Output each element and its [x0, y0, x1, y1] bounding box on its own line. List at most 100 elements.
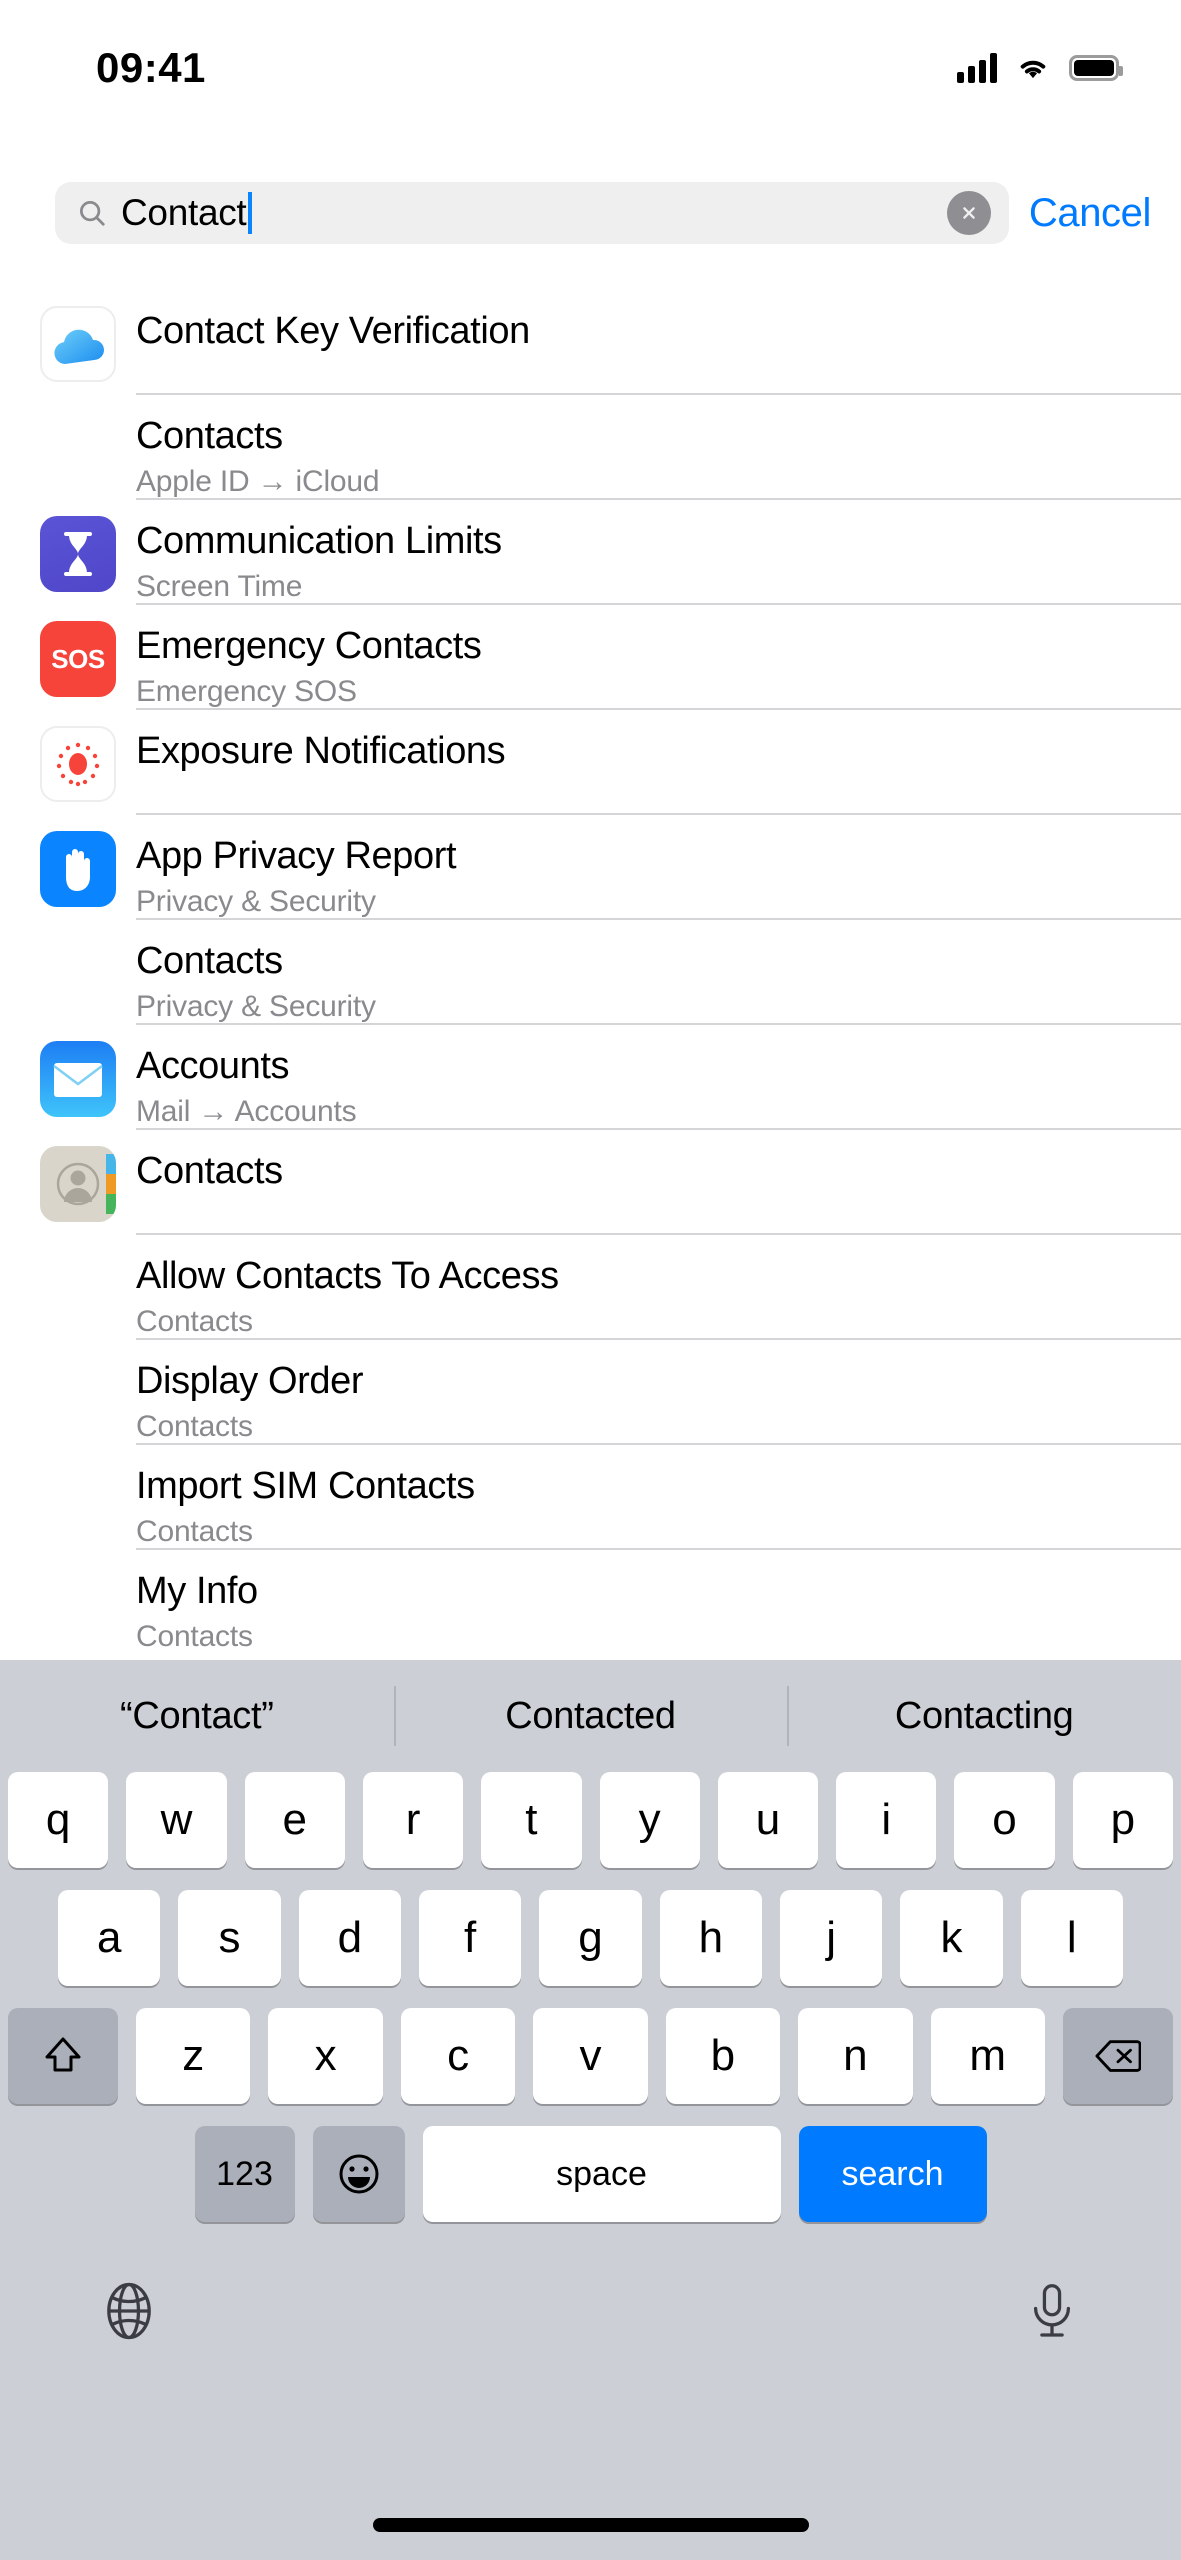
key-a[interactable]: a	[58, 1890, 161, 1986]
key-j[interactable]: j	[779, 1890, 883, 1986]
key-p[interactable]: p	[1072, 1772, 1173, 1868]
key-d[interactable]: d	[298, 1890, 401, 1986]
result-title: Contact Key Verification	[136, 310, 530, 352]
backspace-key[interactable]	[1062, 2008, 1173, 2104]
status-bar-indicators	[957, 52, 1123, 83]
key-g[interactable]: g	[539, 1890, 642, 1986]
search-input-value: Contact	[121, 192, 253, 234]
search-result-row[interactable]: Contacts Privacy & Security	[0, 920, 1181, 1025]
result-title: Allow Contacts To Access	[136, 1255, 559, 1297]
emoji-key[interactable]	[312, 2126, 405, 2222]
status-bar-time: 09:41	[96, 43, 206, 91]
key-x[interactable]: x	[268, 2008, 383, 2104]
key-q[interactable]: q	[8, 1772, 109, 1868]
result-title: Contacts	[136, 415, 283, 457]
search-result-row[interactable]: Contacts	[0, 1130, 1181, 1235]
result-subtitle: Contacts	[136, 1619, 253, 1653]
result-subtitle: Mail → Accounts	[136, 1094, 357, 1128]
no-icon-placeholder	[40, 411, 116, 487]
microphone-icon[interactable]	[1023, 2282, 1081, 2340]
search-result-text: Import SIM Contacts Contacts	[136, 1445, 1181, 1550]
emoji-smiley-icon	[339, 2154, 378, 2194]
search-result-row[interactable]: Allow Contacts To Access Contacts	[0, 1235, 1181, 1340]
result-subtitle: Privacy & Security	[136, 884, 376, 918]
search-result-row[interactable]: Import SIM Contacts Contacts	[0, 1445, 1181, 1550]
key-s[interactable]: s	[178, 1890, 281, 1986]
key-m[interactable]: m	[930, 2008, 1045, 2104]
keyboard-bottom-bar	[0, 2244, 1181, 2364]
battery-icon	[1069, 54, 1123, 81]
key-h[interactable]: h	[659, 1890, 762, 1986]
result-title: App Privacy Report	[136, 835, 457, 877]
result-title: My Info	[136, 1570, 258, 1612]
icloud-icon	[40, 306, 116, 382]
numbers-key[interactable]: 123	[194, 2126, 295, 2222]
globe-icon[interactable]	[100, 2282, 158, 2340]
search-return-key[interactable]: search	[798, 2126, 987, 2222]
close-icon	[963, 207, 975, 219]
no-icon-placeholder	[40, 1251, 116, 1327]
wifi-icon	[1020, 60, 1046, 78]
no-icon-placeholder	[40, 1461, 116, 1537]
suggestion-chip[interactable]: Contacting	[787, 1660, 1181, 1772]
key-k[interactable]: k	[900, 1890, 1003, 1986]
search-result-row[interactable]: Accounts Mail → Accounts	[0, 1025, 1181, 1130]
search-result-row[interactable]: Contacts Apple ID → iCloud	[0, 395, 1181, 500]
key-c[interactable]: c	[400, 2008, 516, 2104]
search-query-text: Contact	[121, 192, 247, 233]
search-result-text: Contacts Privacy & Security	[136, 920, 1181, 1025]
key-e[interactable]: e	[244, 1772, 345, 1868]
search-result-row[interactable]: App Privacy Report Privacy & Security	[0, 815, 1181, 920]
result-title: Accounts	[136, 1045, 290, 1087]
contacts-app-icon	[40, 1146, 116, 1222]
search-result-text: Accounts Mail → Accounts	[136, 1025, 1181, 1130]
search-result-row[interactable]: Communication Limits Screen Time	[0, 500, 1181, 605]
search-result-row[interactable]: Contact Key Verification	[0, 290, 1181, 395]
result-subtitle: Apple ID → iCloud	[136, 464, 380, 498]
result-subtitle: Screen Time	[136, 569, 303, 603]
result-subtitle: Privacy & Security	[136, 989, 376, 1023]
no-icon-placeholder	[40, 936, 116, 1012]
cancel-button[interactable]: Cancel	[1023, 191, 1152, 236]
key-f[interactable]: f	[419, 1890, 522, 1986]
key-n[interactable]: n	[798, 2008, 913, 2104]
search-result-text: My Info Contacts	[136, 1550, 1181, 1655]
no-icon-placeholder	[40, 1356, 116, 1432]
search-result-text: App Privacy Report Privacy & Security	[136, 815, 1181, 920]
key-y[interactable]: y	[599, 1772, 700, 1868]
search-result-text: Contact Key Verification	[136, 290, 1181, 395]
search-result-text: Contacts Apple ID → iCloud	[136, 395, 1181, 500]
key-t[interactable]: t	[481, 1772, 582, 1868]
result-subtitle: Contacts	[136, 1409, 253, 1443]
key-z[interactable]: z	[136, 2008, 251, 2104]
search-result-row[interactable]: SOS Emergency Contacts Emergency SOS	[0, 605, 1181, 710]
key-u[interactable]: u	[717, 1772, 819, 1868]
home-indicator[interactable]	[372, 2518, 809, 2532]
key-l[interactable]: l	[1020, 1890, 1123, 1986]
shift-key[interactable]	[8, 2008, 119, 2104]
result-subtitle: Contacts	[136, 1514, 253, 1548]
on-screen-keyboard: “Contact” Contacted Contacting q w e r t…	[0, 1660, 1181, 2560]
search-result-text: Emergency Contacts Emergency SOS	[136, 605, 1181, 710]
search-result-text: Display Order Contacts	[136, 1340, 1181, 1445]
key-b[interactable]: b	[665, 2008, 781, 2104]
backspace-icon	[1095, 2040, 1141, 2072]
space-key[interactable]: space	[422, 2126, 781, 2222]
search-result-row[interactable]: My Info Contacts	[0, 1550, 1181, 1655]
key-i[interactable]: i	[836, 1772, 937, 1868]
search-bar: Contact Cancel	[0, 178, 1181, 248]
search-results-list[interactable]: Contact Key Verification Contacts Apple …	[0, 290, 1181, 1660]
search-result-row[interactable]: Display Order Contacts	[0, 1340, 1181, 1445]
key-w[interactable]: w	[126, 1772, 227, 1868]
key-r[interactable]: r	[362, 1772, 464, 1868]
predictive-text-bar: “Contact” Contacted Contacting	[0, 1660, 1181, 1772]
search-result-row[interactable]: Exposure Notifications	[0, 710, 1181, 815]
key-o[interactable]: o	[954, 1772, 1055, 1868]
suggestion-chip[interactable]: Contacted	[393, 1660, 788, 1772]
suggestion-chip[interactable]: “Contact”	[0, 1660, 394, 1772]
search-input[interactable]: Contact	[55, 182, 1009, 244]
clear-search-button[interactable]	[946, 191, 991, 235]
contacts-tabs-icon	[106, 1154, 116, 1214]
key-v[interactable]: v	[533, 2008, 648, 2104]
result-title: Display Order	[136, 1360, 364, 1402]
